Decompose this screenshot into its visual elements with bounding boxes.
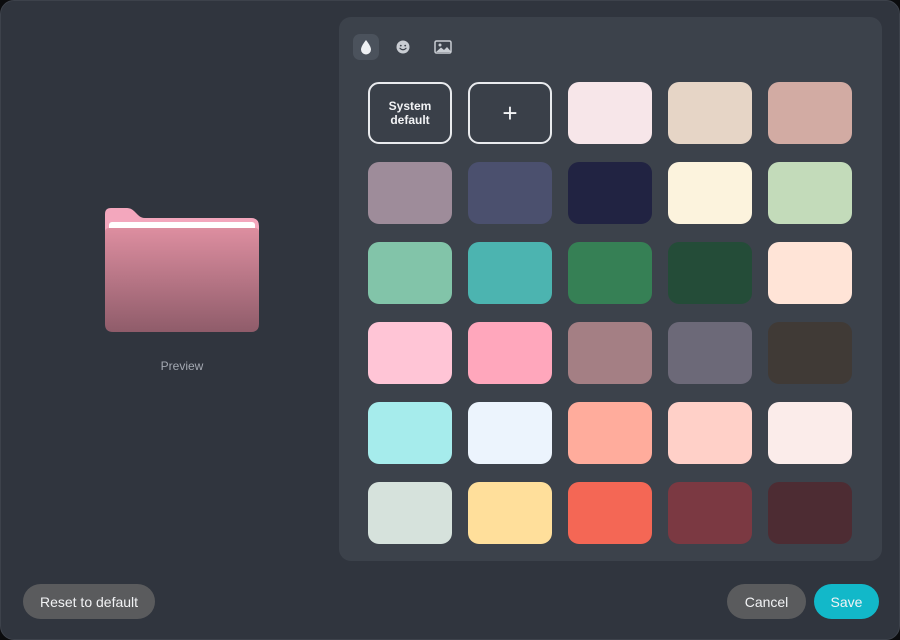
folder-preview-icon [105,208,259,332]
tab-emoji[interactable] [390,34,416,60]
smiley-icon [396,40,410,54]
preview-area: Preview [1,1,339,561]
system-default-swatch[interactable]: System default [368,82,452,144]
color-swatch[interactable] [568,402,652,464]
color-swatch[interactable] [668,482,752,544]
color-swatch[interactable] [568,322,652,384]
tab-image[interactable] [430,34,456,60]
droplet-icon [361,40,371,55]
color-swatch[interactable] [468,402,552,464]
system-default-label: System default [388,99,432,127]
preview-label: Preview [160,359,204,373]
color-swatch[interactable] [568,242,652,304]
color-swatch[interactable] [568,82,652,144]
color-swatch[interactable] [668,402,752,464]
swatch-grid: System default + [368,82,852,544]
color-swatch[interactable] [768,242,852,304]
color-swatch[interactable] [368,322,452,384]
color-swatch[interactable] [368,402,452,464]
reset-to-default-button[interactable]: Reset to default [23,584,155,619]
color-swatch[interactable] [368,242,452,304]
color-swatch[interactable] [368,162,452,224]
color-swatch[interactable] [768,482,852,544]
folder-color-dialog: Preview System default + Reset to defaul… [0,0,900,640]
color-swatch[interactable] [468,162,552,224]
color-swatch[interactable] [768,322,852,384]
plus-icon: + [502,98,518,128]
color-swatch[interactable] [468,242,552,304]
color-swatch[interactable] [568,482,652,544]
color-swatch[interactable] [668,82,752,144]
image-icon [434,40,452,54]
color-swatch[interactable] [468,322,552,384]
tab-color[interactable] [353,34,379,60]
color-swatch[interactable] [768,162,852,224]
color-swatch[interactable] [668,162,752,224]
save-button[interactable]: Save [814,584,879,619]
color-swatch[interactable] [568,162,652,224]
cancel-button[interactable]: Cancel [727,584,806,619]
color-swatch[interactable] [668,242,752,304]
color-swatch[interactable] [468,482,552,544]
color-swatch[interactable] [768,82,852,144]
color-picker-panel: System default + [339,17,882,561]
color-swatch[interactable] [368,482,452,544]
color-swatch[interactable] [668,322,752,384]
add-custom-color-button[interactable]: + [468,82,552,144]
color-swatch[interactable] [768,402,852,464]
